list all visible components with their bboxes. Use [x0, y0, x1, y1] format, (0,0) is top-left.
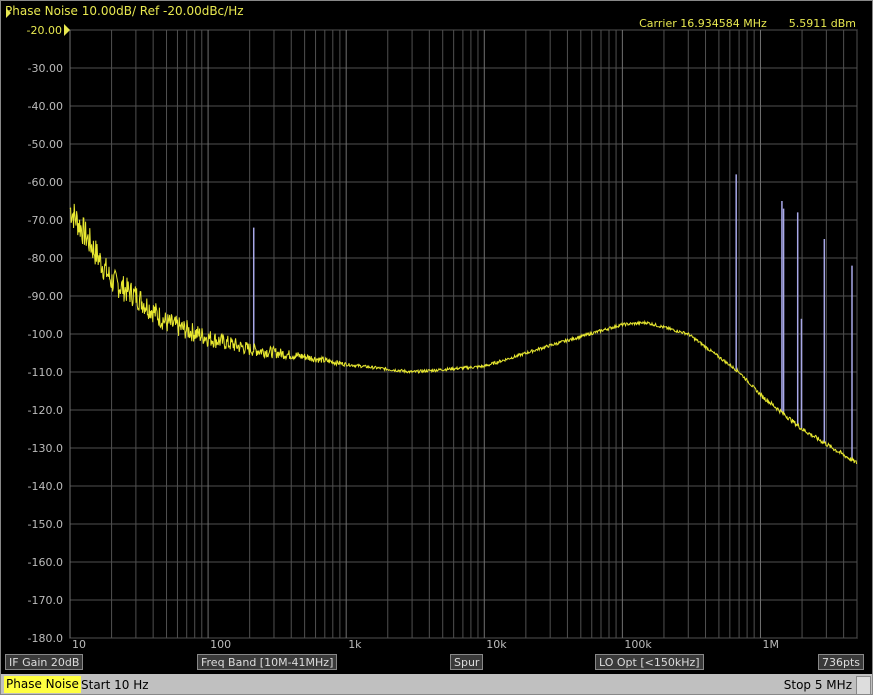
y-tick-label: -40.00	[28, 100, 63, 113]
x-tick-label: 100	[210, 638, 231, 651]
y-tick-label: -140.0	[28, 480, 63, 493]
status-bar: Phase Noise Start 10 Hz Stop 5 MHz	[1, 674, 872, 694]
carrier-frequency: Carrier 16.934584 MHz	[639, 17, 767, 30]
y-tick-label: -170.0	[28, 594, 63, 607]
y-tick-label: -30.00	[28, 62, 63, 75]
y-tick-label: -50.00	[28, 138, 63, 151]
ref-level-marker-icon	[64, 24, 70, 36]
y-tick-label: -100.0	[28, 328, 63, 341]
y-tick-label: -90.00	[28, 290, 63, 303]
freq-band-button[interactable]: Freq Band [10M-41MHz]	[197, 654, 338, 670]
carrier-power: 5.5911 dBm	[788, 17, 856, 30]
x-tick-label: 1M	[762, 638, 779, 651]
x-tick-label: 10k	[486, 638, 507, 651]
y-tick-label: -180.0	[28, 632, 63, 645]
carrier-readout: Carrier 16.934584 MHz 5.5911 dBm	[639, 17, 856, 30]
y-tick-label: -80.00	[28, 252, 63, 265]
analyzer-window: -30.00 -40.00 -50.00 -60.00 -70.00 -80.00 -90.…	[0, 0, 873, 695]
points-button[interactable]: 736pts	[818, 654, 865, 670]
lo-opt-button[interactable]: LO Opt [<150kHz]	[595, 654, 704, 670]
softkey-bar: IF Gain 20dB Freq Band [10M-41MHz] Spur …	[5, 654, 867, 671]
ref-level-label: -20.00	[27, 24, 62, 37]
status-scroll-button[interactable]	[856, 676, 871, 694]
if-gain-button[interactable]: IF Gain 20dB	[5, 654, 84, 670]
x-tick-label: 100k	[624, 638, 652, 651]
start-frequency[interactable]: Start 10 Hz	[81, 675, 149, 694]
y-tick-label: -110.0	[28, 366, 63, 379]
measurement-mode[interactable]: Phase Noise	[4, 676, 81, 693]
y-tick-label: -160.0	[28, 556, 63, 569]
y-tick-label: -70.00	[28, 214, 63, 227]
x-tick-label: 10	[72, 638, 86, 651]
stop-frequency[interactable]: Stop 5 MHz	[784, 675, 852, 694]
y-tick-label: -150.0	[28, 518, 63, 531]
y-tick-label: -60.00	[28, 176, 63, 189]
y-tick-label: -130.0	[28, 442, 63, 455]
trace-title: Phase Noise 10.00dB/ Ref -20.00dBc/Hz	[5, 4, 244, 18]
phase-noise-chart: -30.00 -40.00 -50.00 -60.00 -70.00 -80.00 -90.…	[6, 8, 858, 651]
spur-button[interactable]: Spur	[450, 654, 484, 670]
x-tick-label: 1k	[348, 638, 362, 651]
y-tick-label: -120.0	[28, 404, 63, 417]
